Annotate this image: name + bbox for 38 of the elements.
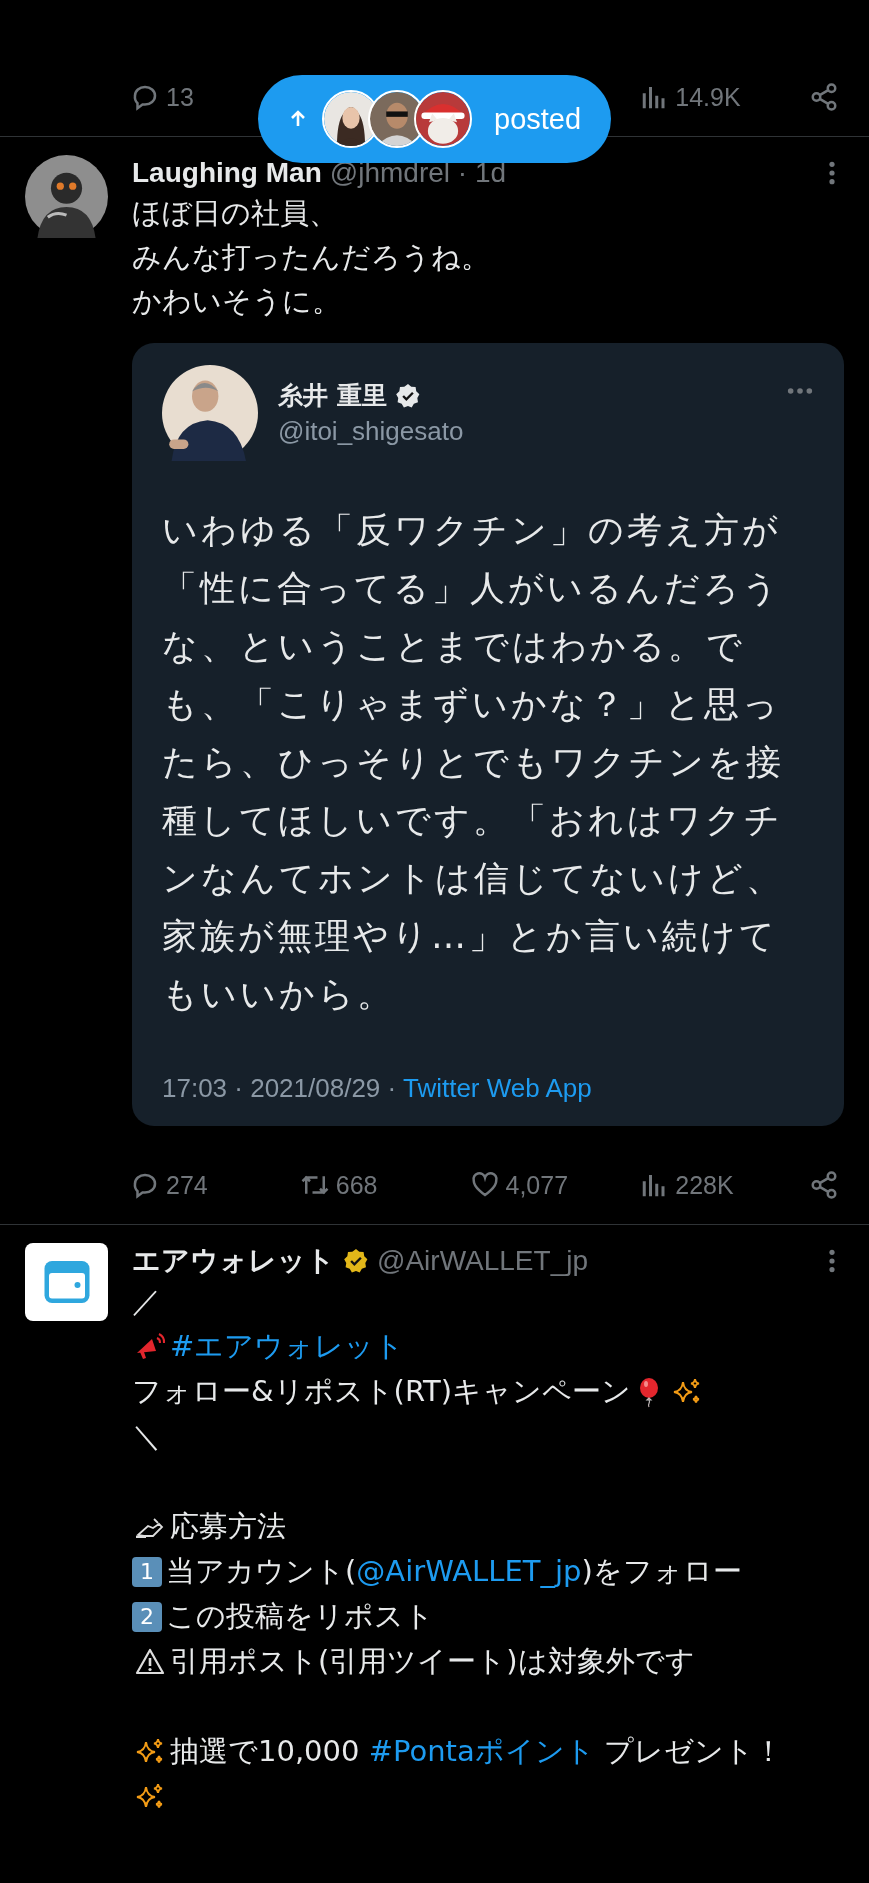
post-text-line: 応募方法 (170, 1508, 286, 1545)
post-text-line: みんな打ったんだろうね。 (132, 239, 490, 276)
post-text-line: ／ (132, 1283, 161, 1320)
action-count: 228K (675, 1170, 734, 1200)
post-text-line: ＼ (132, 1418, 161, 1455)
share-icon[interactable] (809, 82, 839, 112)
quoted-post-text: いわゆる「反ワクチン」の考え方が「性に合ってる」人がいるんだろうな、ということまではわかる。でも、「こりゃまずいかな？」と思ったら、ひっそりとでもワクチンを接種してほしいです。「おれはワクチンなんてホントは信じてないけど、家族が無理やり…」とか言い続けてもいいから。 (162, 509, 785, 1016)
quoted-post-card[interactable]: 糸井 重里 @itoi_shigesato いわゆる「反ワクチン」の考え方が「性に合ってる」人がいるんだろうな、ということまではわかる。でも、「こりゃまずいかな？」と思ったら、ひっそりとでもワクチンを接種してほしいです。「おれはワクチンなんてホントは信じてないけど、家族が無理やり…」とか言い続けてもいいから。 17:03 · 2021/08/29 · Twitter Web App (132, 343, 844, 1126)
post-meta: @AirWALLET_jp (377, 1245, 588, 1277)
number-keycap: 1 (132, 1556, 162, 1587)
author-name[interactable]: エアウォレット (132, 1242, 335, 1280)
post-text-line: フォロー&リポスト(RT)キャンペーン (132, 1373, 631, 1410)
share-icon[interactable] (809, 1170, 839, 1200)
action-count: 274 (166, 1170, 208, 1200)
action-count: 668 (335, 1170, 378, 1200)
author-handle: @itoi_shigesato (278, 416, 464, 447)
verified-badge-icon (343, 1248, 369, 1274)
post-text-line: ほぼ日の社員、 (132, 195, 338, 232)
author-name[interactable]: 糸井 重里 (278, 379, 387, 412)
more-options-icon[interactable] (786, 387, 814, 395)
more-options-icon[interactable] (828, 160, 836, 186)
action-count: 4,077 (505, 1170, 569, 1200)
more-options-icon[interactable] (828, 1248, 836, 1274)
number-keycap: 2 (132, 1601, 162, 1632)
post-timestamp: 17:03 · 2021/08/29 · (162, 1073, 398, 1103)
verified-badge-icon (394, 382, 421, 409)
post-text-line: 当アカウント(@AirWALLET_jp)をフォロー (166, 1553, 742, 1590)
source-link[interactable]: Twitter Web App (402, 1073, 592, 1103)
post-text-line: この投稿をリポスト (166, 1598, 434, 1635)
post-link[interactable]: #Pontaポイント (368, 1734, 595, 1768)
post-link[interactable]: #エアウォレット (170, 1329, 405, 1363)
action-count: 14.9K (675, 82, 741, 112)
post-text-line: 抽選で10,000 #Pontaポイント プレゼント！ (170, 1733, 783, 1770)
post-text-line: かわいそうに。 (132, 283, 341, 320)
post-text-line: 引用ポスト(引用ツイート)は対象外です (170, 1643, 695, 1680)
wallet-logo-icon (25, 1243, 108, 1321)
post-link[interactable]: @AirWALLET_jp (356, 1554, 582, 1588)
action-count: 13 (166, 82, 194, 112)
